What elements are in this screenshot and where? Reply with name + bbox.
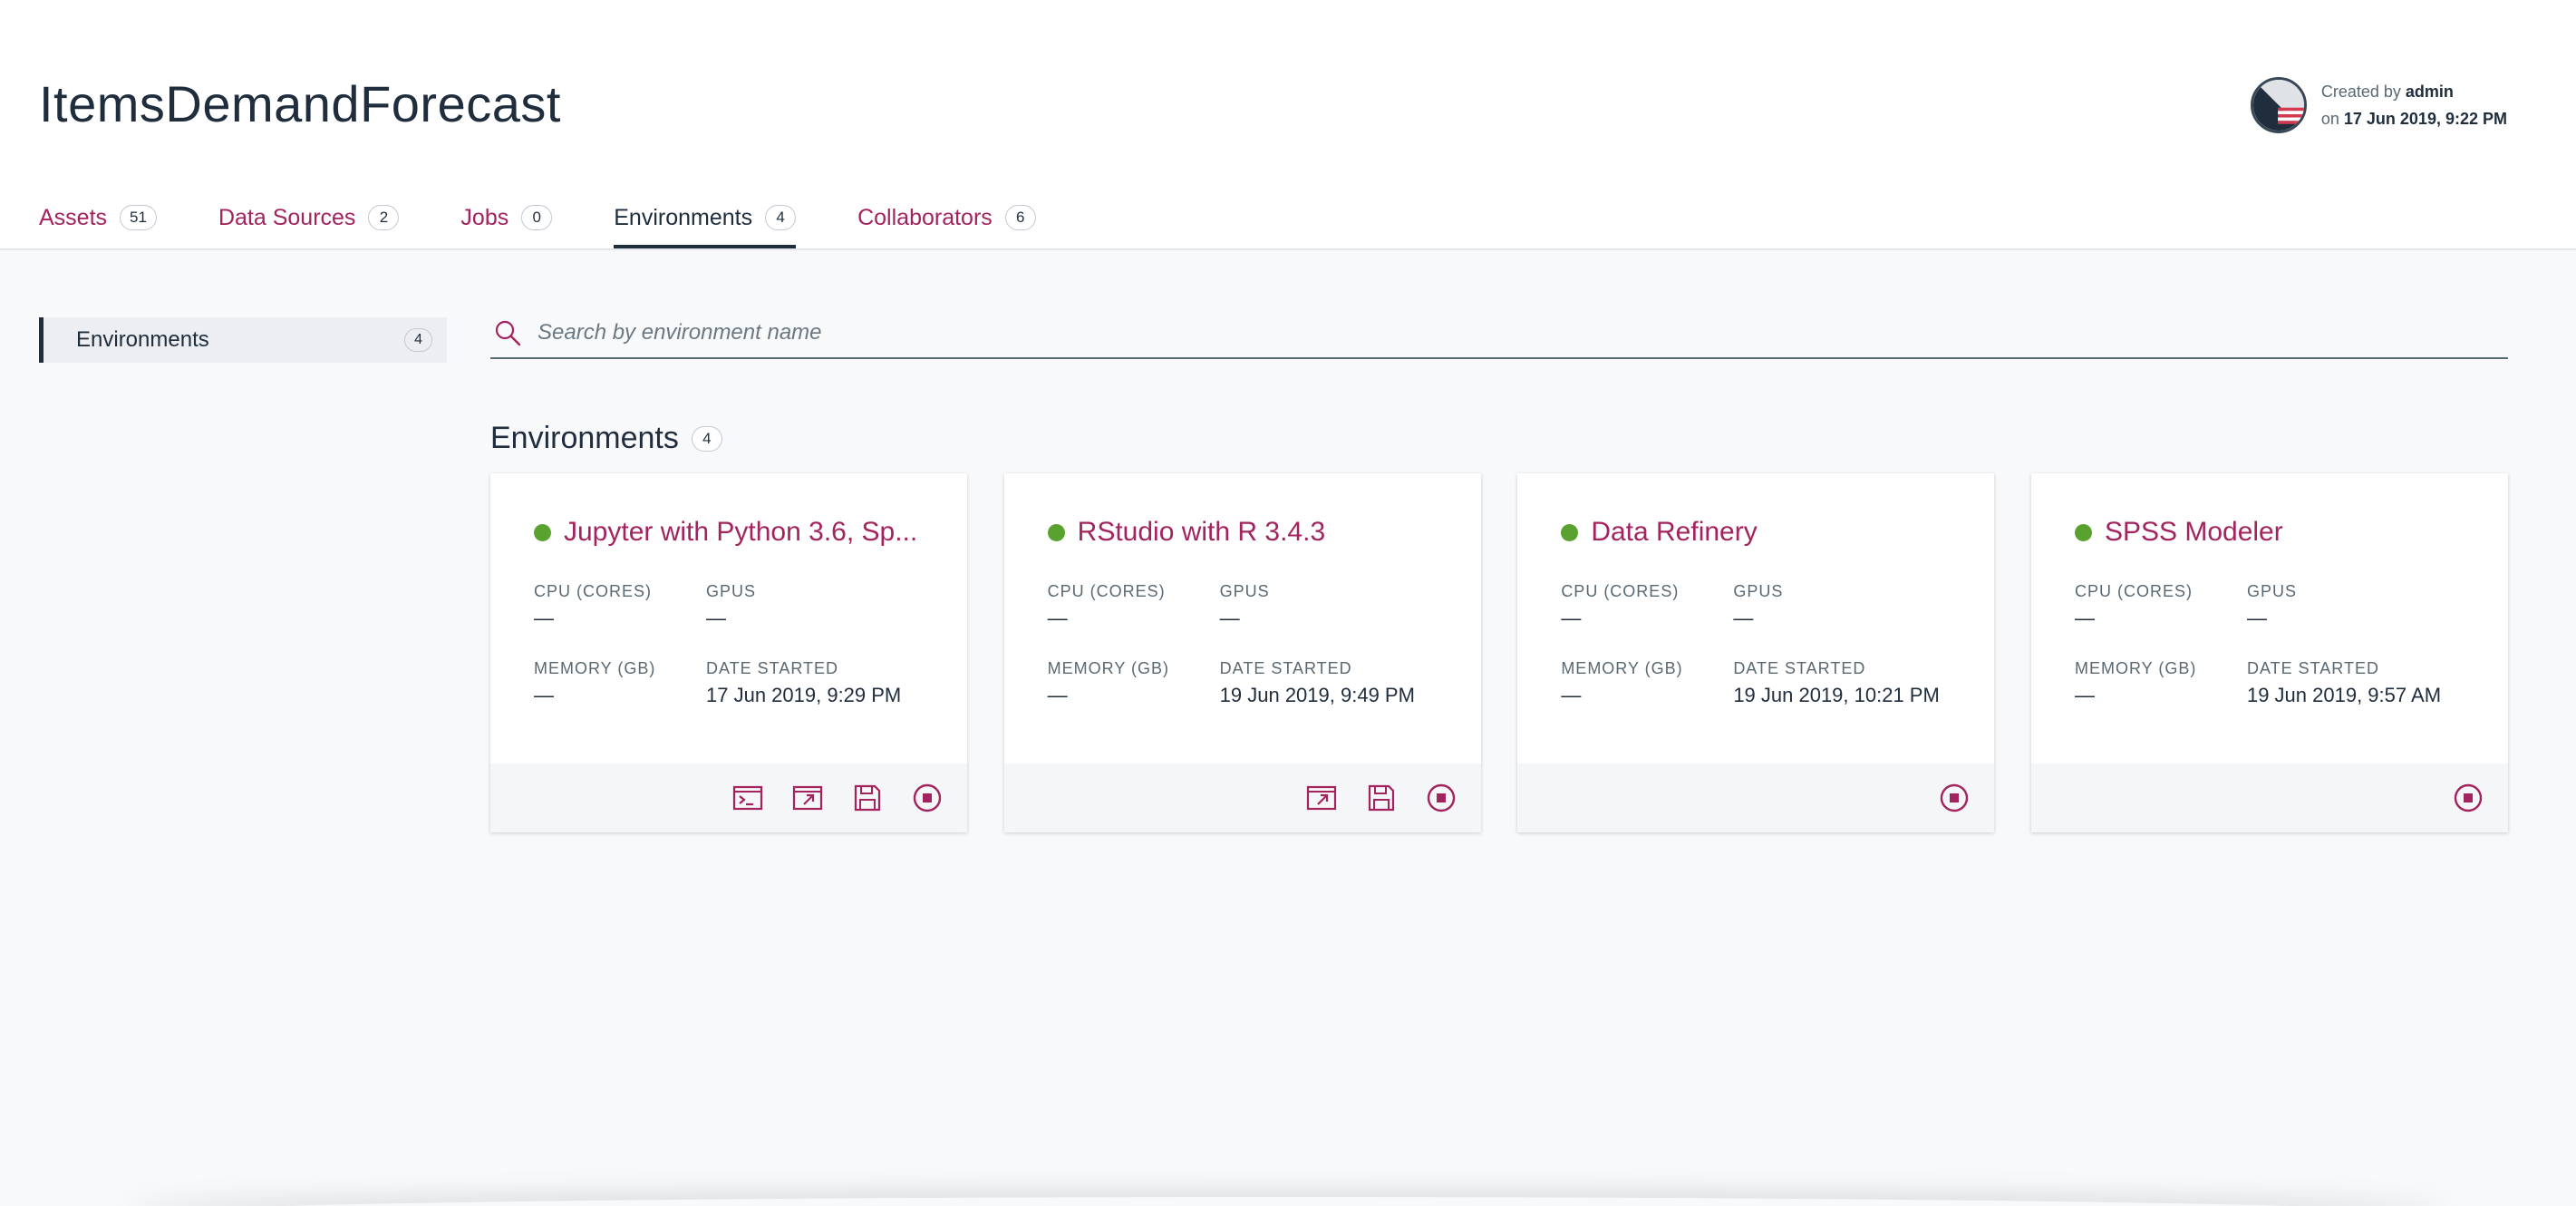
created-by-label: Created by — [2320, 83, 2401, 101]
gpus-value: — — [706, 607, 726, 629]
project-tabs: Assets 51 Data Sources 2 Jobs 0 Environm… — [39, 192, 1098, 250]
tab-label: Collaborators — [857, 205, 993, 230]
tab-label: Data Sources — [218, 205, 356, 230]
environment-name: SPSS Modeler — [2104, 517, 2283, 547]
count-badge: 51 — [120, 205, 157, 230]
status-running-indicator — [2074, 523, 2092, 541]
tab-collaborators[interactable]: Collaborators 6 — [857, 192, 1036, 248]
date-started-value: 19 Jun 2019, 9:57 AM — [2246, 684, 2442, 706]
card-actions — [2030, 763, 2508, 832]
status-running-indicator — [534, 523, 551, 541]
created-on-date: 17 Jun 2019, 9:22 PM — [2343, 110, 2507, 128]
gpus-label: GPUS — [2246, 582, 2297, 600]
cpu-label: CPU (CORES) — [534, 582, 653, 600]
environment-name-link[interactable]: Jupyter with Python 3.6, Sp... — [534, 517, 924, 548]
cpu-value: — — [534, 607, 554, 629]
project-header: ItemsDemandForecast Created by admin on … — [0, 0, 2576, 250]
card-actions — [1517, 763, 1995, 832]
page-title: ItemsDemandForecast — [39, 75, 561, 132]
open-external-icon[interactable] — [789, 780, 826, 816]
stop-icon[interactable] — [909, 780, 945, 816]
sidebar-item-environments[interactable]: Environments 4 — [39, 317, 447, 363]
date-started-label: DATE STARTED — [1733, 659, 1866, 677]
cpu-value: — — [2074, 607, 2095, 629]
date-started-label: DATE STARTED — [706, 659, 839, 677]
environment-name-link[interactable]: Data Refinery — [1561, 517, 1951, 548]
date-started-label: DATE STARTED — [2246, 659, 2379, 677]
section-title: Environments — [490, 421, 679, 455]
created-on-label: on — [2320, 110, 2339, 128]
stop-icon[interactable] — [1423, 780, 1459, 816]
memory-value: — — [1047, 684, 1068, 706]
created-by-user[interactable]: admin — [2406, 83, 2454, 101]
owner-info: Created by admin on 17 Jun 2019, 9:22 PM — [2321, 78, 2507, 132]
memory-value: — — [1561, 684, 1582, 706]
memory-label: MEMORY (GB) — [1047, 659, 1170, 677]
memory-label: MEMORY (GB) — [534, 659, 656, 677]
count-badge: 4 — [765, 205, 797, 230]
status-running-indicator — [1047, 523, 1065, 541]
stop-icon[interactable] — [2450, 780, 2486, 816]
gpus-label: GPUS — [1219, 582, 1270, 600]
tab-label: Jobs — [460, 205, 509, 230]
section-heading: Environments 4 — [490, 421, 722, 456]
cpu-value: — — [1561, 607, 1582, 629]
stop-icon[interactable] — [1936, 780, 1972, 816]
gpus-label: GPUS — [1733, 582, 1784, 600]
memory-label: MEMORY (GB) — [2074, 659, 2197, 677]
environment-card: Data Refinery CPU (CORES) — GPUS — MEMORY … — [1517, 473, 1995, 832]
memory-value: — — [534, 684, 554, 706]
count-badge: 2 — [368, 205, 400, 230]
environment-card: RStudio with R 3.4.3 CPU (CORES) — GPUS — … — [1003, 473, 1481, 832]
environment-card: SPSS Modeler CPU (CORES) — GPUS — MEMORY (… — [2030, 473, 2508, 832]
card-actions — [490, 763, 967, 832]
date-started-value: 19 Jun 2019, 10:21 PM — [1733, 684, 1940, 706]
environment-name-link[interactable]: RStudio with R 3.4.3 — [1047, 517, 1438, 548]
environment-cards: Jupyter with Python 3.6, Sp... CPU (CORE… — [490, 473, 2508, 832]
cpu-label: CPU (CORES) — [1561, 582, 1680, 600]
environment-name: Data Refinery — [1591, 517, 1758, 547]
count-badge: 4 — [691, 425, 722, 452]
count-badge: 6 — [1004, 205, 1036, 230]
cpu-label: CPU (CORES) — [1047, 582, 1166, 600]
environment-name-link[interactable]: SPSS Modeler — [2074, 517, 2465, 548]
search-bar — [490, 308, 2508, 359]
cpu-label: CPU (CORES) — [2074, 582, 2193, 600]
gpus-value: — — [1733, 607, 1754, 629]
tab-label: Environments — [614, 205, 753, 230]
count-badge: 4 — [404, 328, 432, 352]
gpus-label: GPUS — [706, 582, 757, 600]
terminal-icon[interactable] — [730, 780, 766, 816]
memory-label: MEMORY (GB) — [1561, 659, 1683, 677]
date-started-label: DATE STARTED — [1219, 659, 1352, 677]
card-actions — [1003, 763, 1481, 832]
search-icon — [495, 320, 521, 346]
gpus-value: — — [1219, 607, 1240, 629]
memory-value: — — [2074, 684, 2095, 706]
tab-data-sources[interactable]: Data Sources 2 — [218, 192, 400, 248]
tab-jobs[interactable]: Jobs 0 — [460, 192, 553, 248]
project-owner: Created by admin on 17 Jun 2019, 9:22 PM — [2250, 76, 2507, 134]
cpu-value: — — [1047, 607, 1068, 629]
environment-name: RStudio with R 3.4.3 — [1077, 517, 1326, 547]
avatar[interactable] — [2250, 77, 2307, 133]
environment-name: Jupyter with Python 3.6, Sp... — [564, 517, 918, 547]
sidebar-item-label: Environments — [76, 327, 209, 352]
save-icon[interactable] — [1363, 780, 1399, 816]
count-badge: 0 — [521, 205, 553, 230]
status-running-indicator — [1561, 523, 1579, 541]
date-started-value: 17 Jun 2019, 9:29 PM — [706, 684, 902, 706]
save-icon[interactable] — [849, 780, 886, 816]
gpus-value: — — [2246, 607, 2267, 629]
open-external-icon[interactable] — [1303, 780, 1340, 816]
environment-card: Jupyter with Python 3.6, Sp... CPU (CORE… — [490, 473, 967, 832]
tab-environments[interactable]: Environments 4 — [614, 192, 797, 248]
tab-label: Assets — [39, 205, 108, 230]
search-input[interactable] — [537, 320, 2508, 345]
date-started-value: 19 Jun 2019, 9:49 PM — [1219, 684, 1415, 706]
bottom-panel-shadow — [127, 1197, 2447, 1206]
tab-assets[interactable]: Assets 51 — [39, 192, 157, 248]
